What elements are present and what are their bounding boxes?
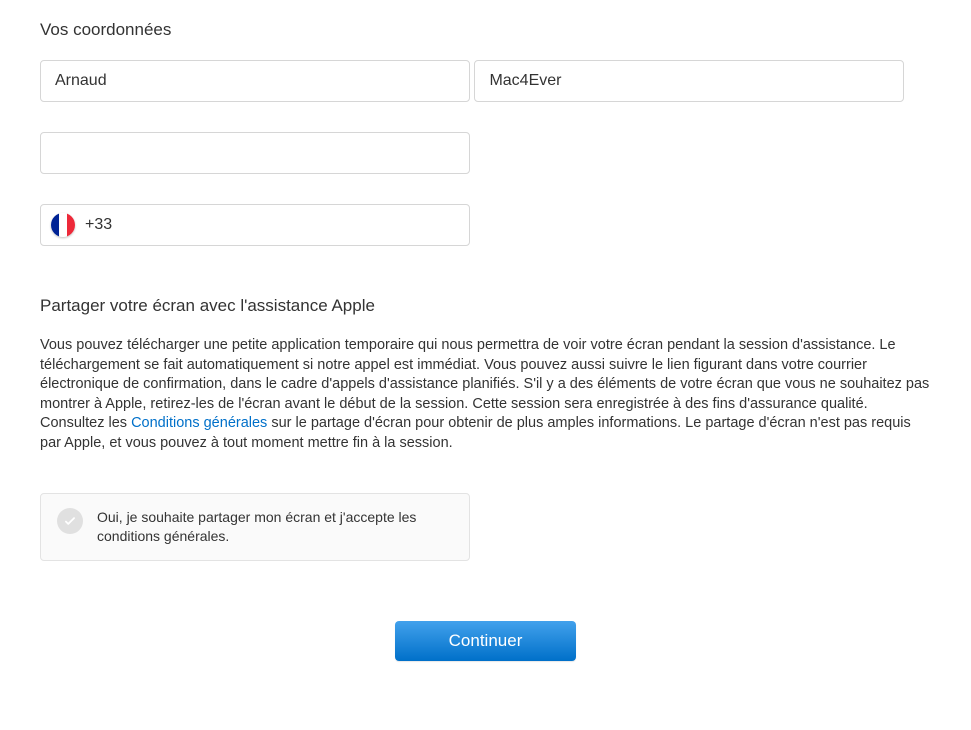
screenshare-section-title: Partager votre écran avec l'assistance A… [40,296,931,316]
screenshare-description: Vous pouvez télécharger une petite appli… [40,336,931,453]
consent-checkbox[interactable] [57,508,83,534]
france-flag-icon [51,213,75,237]
continue-button[interactable]: Continuer [395,621,577,661]
terms-link[interactable]: Conditions générales [131,415,267,431]
contact-section-title: Vos coordonnées [40,20,931,40]
last-name-input[interactable] [474,60,904,102]
phone-input[interactable] [112,216,459,234]
email-input[interactable] [40,132,470,174]
phone-prefix: +33 [85,216,112,234]
first-name-input[interactable] [40,60,470,102]
consent-box[interactable]: Oui, je souhaite partager mon écran et j… [40,493,470,561]
check-icon [63,514,77,528]
phone-field-wrapper[interactable]: +33 [40,204,470,246]
consent-label: Oui, je souhaite partager mon écran et j… [97,508,453,546]
